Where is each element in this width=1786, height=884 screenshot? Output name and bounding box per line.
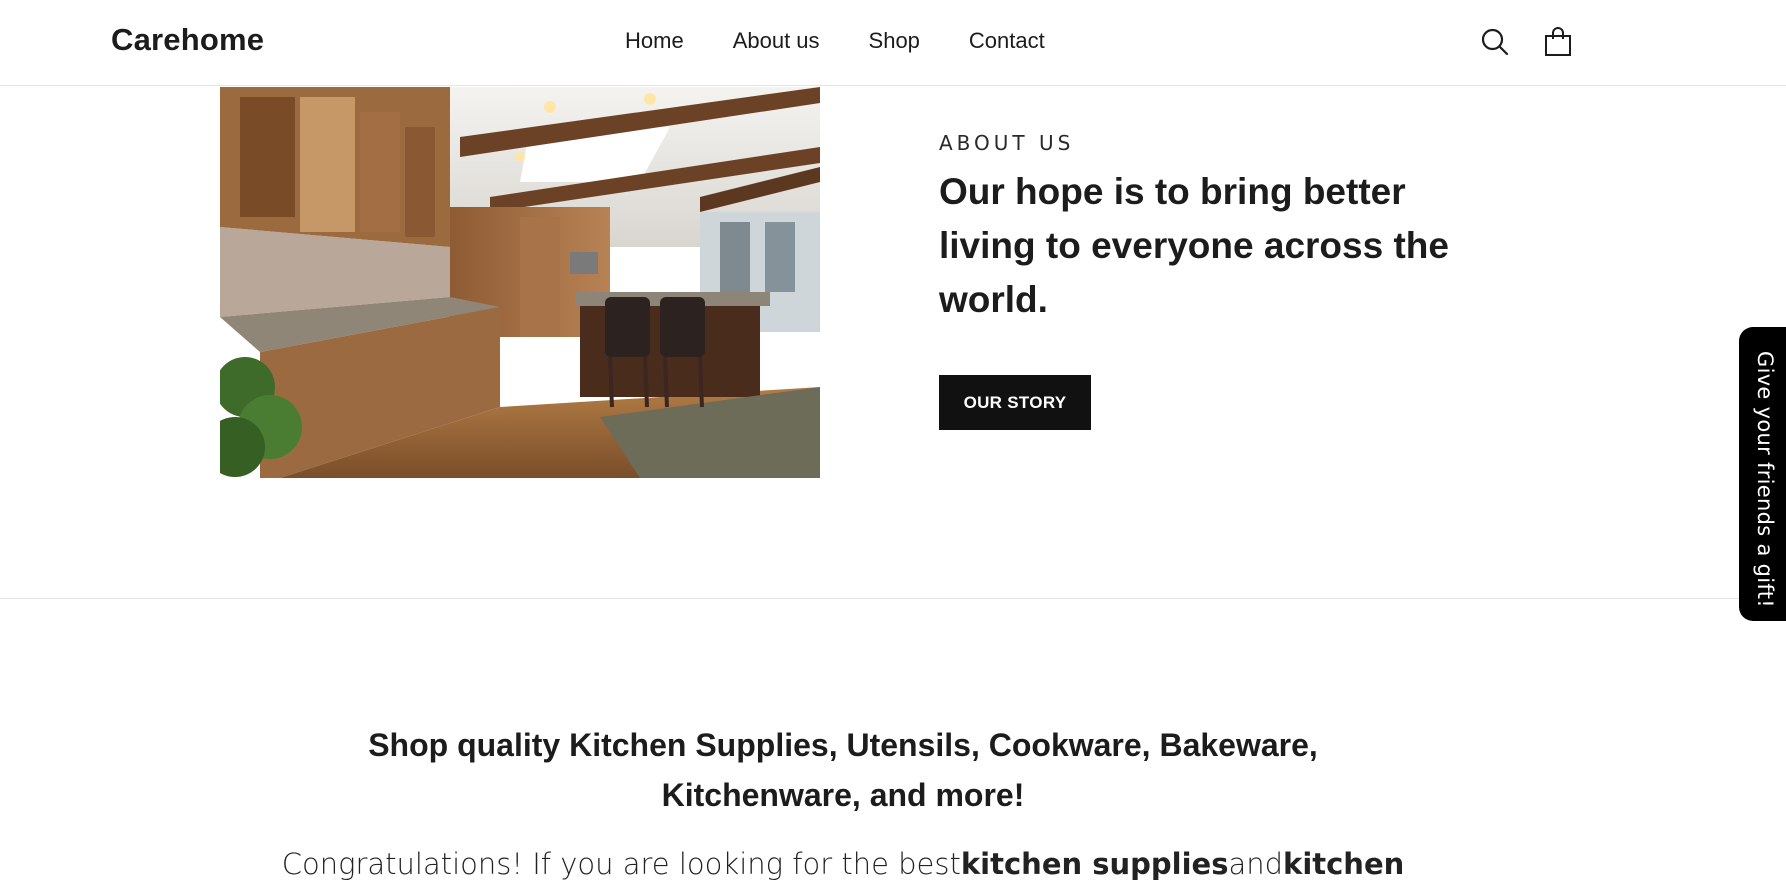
nav-home[interactable]: Home — [625, 28, 684, 54]
about-headline: Our hope is to bring better living to ev… — [939, 171, 1449, 320]
cart-icon — [1545, 27, 1571, 56]
nav-shop[interactable]: Shop — [869, 28, 920, 54]
our-story-button[interactable]: OUR STORY — [939, 375, 1091, 430]
gift-tab-button[interactable]: Give your friends a gift! — [1739, 327, 1786, 621]
search-icon — [1481, 28, 1509, 56]
gift-tab-label: Give your friends a gift! — [1753, 351, 1777, 608]
shop-heading: Shop quality Kitchen Supplies, Utensils,… — [0, 720, 1686, 820]
shop-heading-line-2: Kitchenware, and more! — [661, 777, 1025, 813]
shop-text-prefix: Congratulations! If you are looking for … — [281, 847, 961, 881]
nav-contact[interactable]: Contact — [969, 28, 1045, 54]
shop-text-keyword-2: kitchen — [1283, 847, 1405, 881]
section-divider — [0, 598, 1786, 599]
site-header: Carehome Home About us Shop Contact — [0, 0, 1786, 86]
nav-about-us[interactable]: About us — [733, 28, 820, 54]
shop-heading-line-1: Shop quality Kitchen Supplies, Utensils,… — [368, 727, 1318, 763]
shop-text-mid: and — [1228, 847, 1284, 881]
kitchen-illustration — [220, 87, 820, 478]
shop-description: Congratulations! If you are looking for … — [0, 844, 1686, 884]
site-logo[interactable]: Carehome — [111, 22, 264, 58]
section-eyebrow: ABOUT US — [939, 131, 1075, 155]
cart-button[interactable] — [1541, 25, 1575, 59]
shop-text-keyword-1: kitchen supplies — [960, 847, 1229, 881]
main-nav: Home About us Shop Contact — [625, 28, 1045, 54]
search-button[interactable] — [1478, 25, 1512, 59]
kitchen-photo — [220, 87, 820, 478]
